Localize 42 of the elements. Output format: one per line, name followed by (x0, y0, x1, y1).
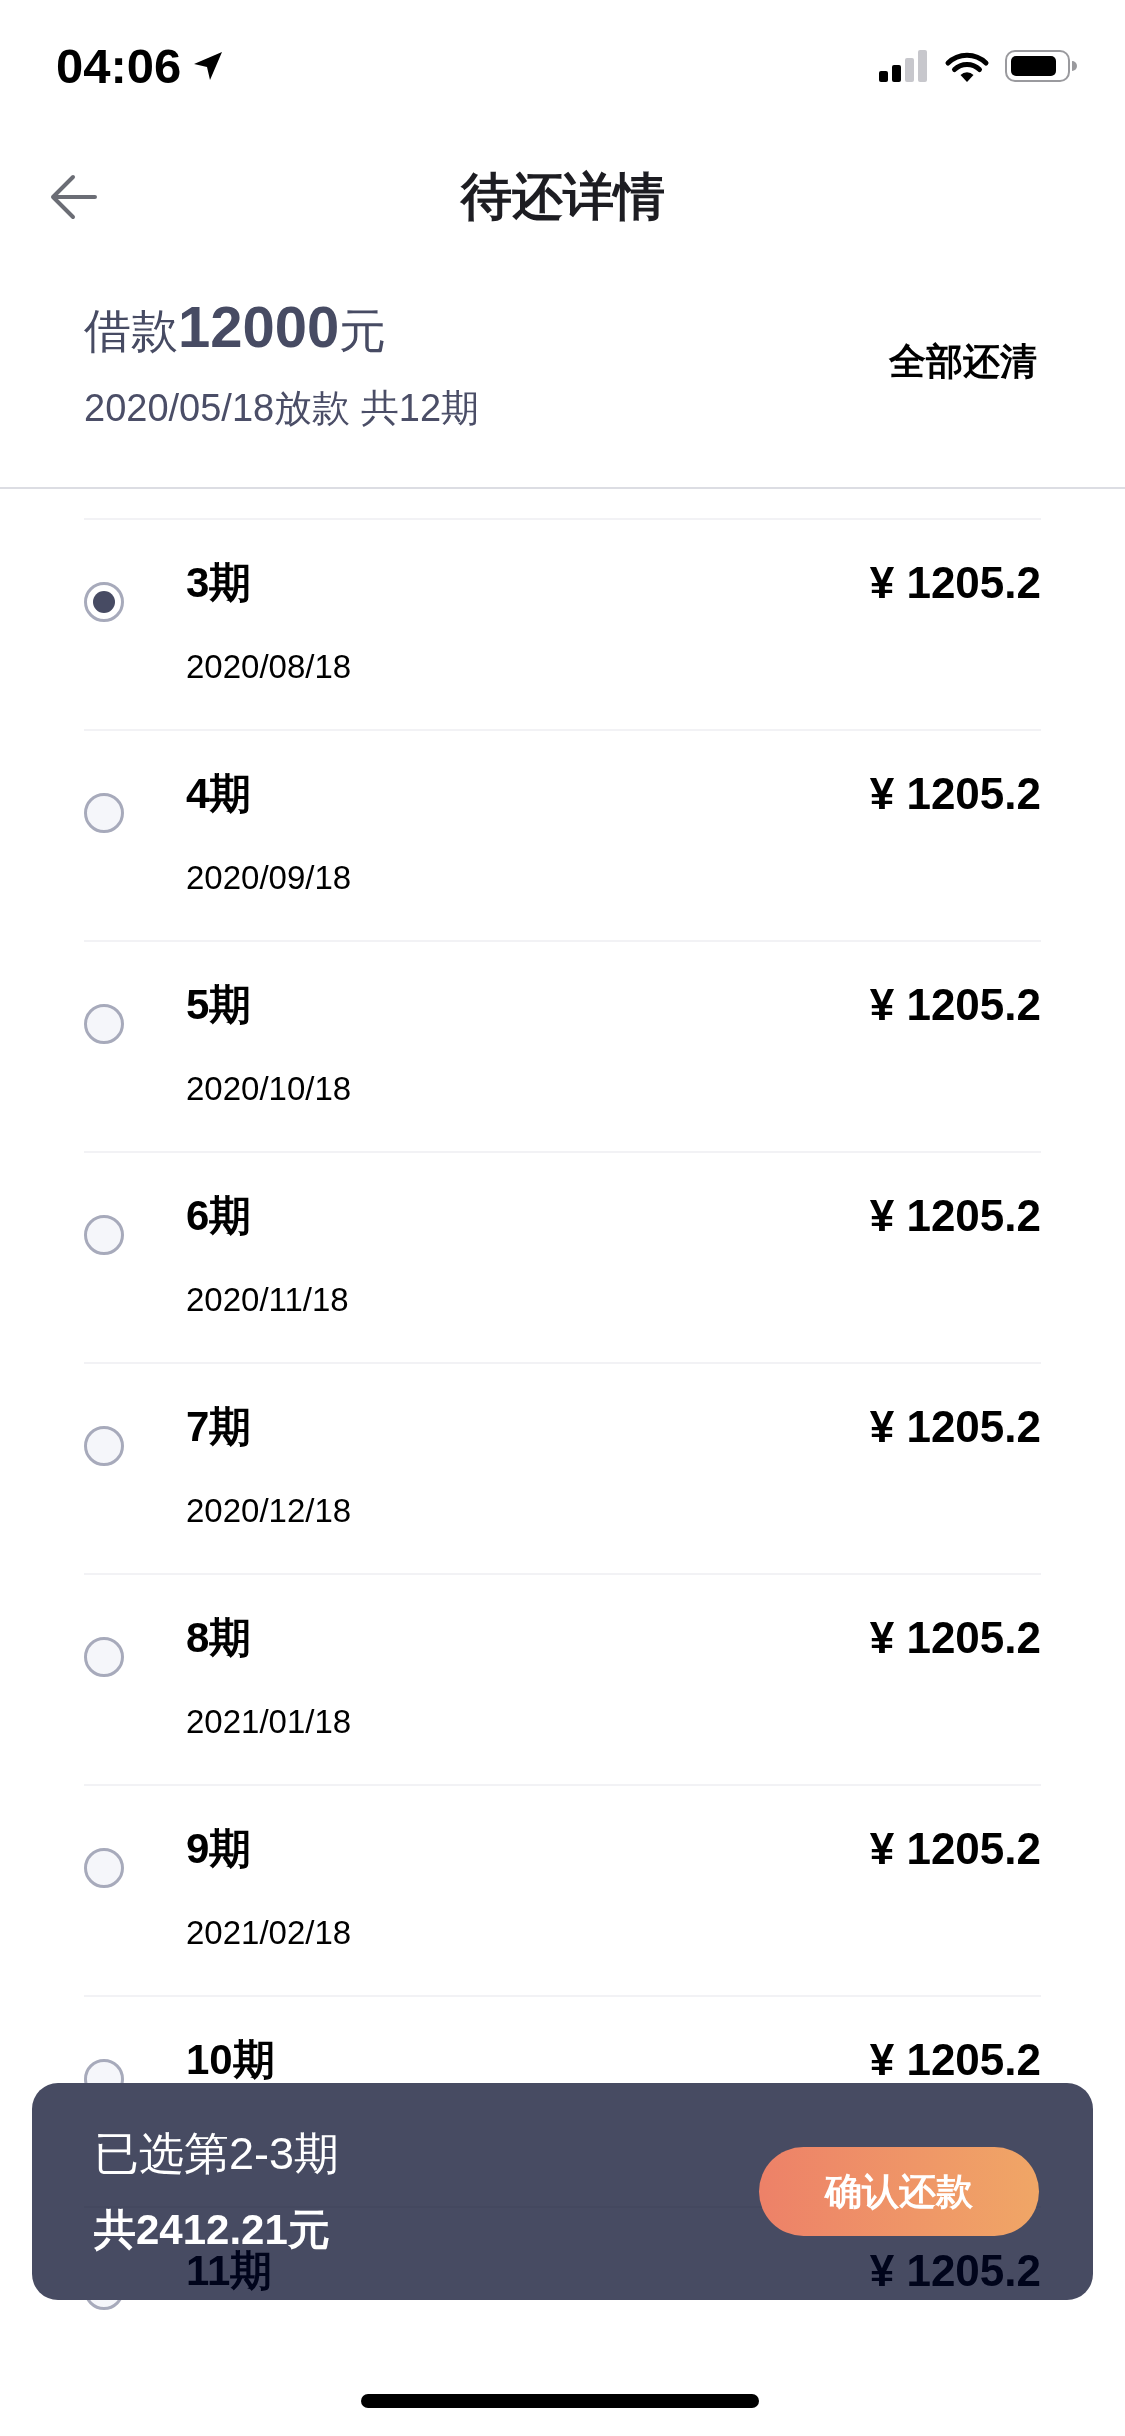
loan-amount: 借款12000元 (84, 293, 388, 361)
installment-label: 7期 (186, 1402, 252, 1452)
radio-button[interactable] (84, 1215, 124, 1255)
selection-summary: 已选第2-3期 (94, 2126, 340, 2181)
page-title: 待还详情 (460, 167, 665, 227)
installment-amount: ¥ 1205.2 (869, 557, 1041, 609)
due-date: 2020/09/18 (186, 858, 353, 898)
due-date: 2021/02/18 (186, 1913, 353, 1953)
installment-label: 6期 (186, 1191, 252, 1241)
due-date: 2020/08/18 (186, 647, 353, 687)
installment-amount: ¥ 1205.2 (869, 1401, 1041, 1453)
status-time: 04:06 (56, 41, 182, 91)
radio-button[interactable] (84, 1848, 124, 1888)
installment-label: 10期 (186, 2035, 275, 2085)
installment-label: 5期 (186, 980, 252, 1030)
installment-label: 8期 (186, 1613, 252, 1663)
installment-label: 9期 (186, 1824, 252, 1874)
due-date: 2020/11/18 (186, 1280, 350, 1320)
signal-icon (879, 50, 929, 82)
pay-off-all-button[interactable]: 全部还清 (889, 337, 1037, 387)
radio-button[interactable] (84, 1004, 124, 1044)
installment-amount: ¥ 1205.2 (869, 1190, 1041, 1242)
installment-label: 3期 (186, 558, 252, 608)
radio-button[interactable] (84, 582, 124, 622)
battery-icon (1005, 50, 1077, 82)
installment-amount: ¥ 1205.2 (869, 1612, 1041, 1664)
loan-info: 2020/05/18放款 共12期 (84, 386, 479, 431)
back-icon[interactable] (48, 172, 98, 222)
due-date: 2021/01/18 (186, 1702, 353, 1742)
radio-button[interactable] (84, 2059, 124, 2083)
due-date: 2020/10/18 (186, 1069, 353, 1109)
installment-amount: ¥ 1205.2 (869, 2034, 1041, 2086)
radio-button[interactable] (84, 1426, 124, 1466)
installment-amount: ¥ 1205.2 (869, 2245, 1041, 2297)
installment-amount: ¥ 1205.2 (869, 768, 1041, 820)
installment-amount: ¥ 1205.2 (869, 979, 1041, 1031)
installment-amount: ¥ 1205.2 (869, 1823, 1041, 1875)
radio-button[interactable] (84, 793, 124, 833)
installment-label: 4期 (186, 769, 252, 819)
radio-button[interactable] (84, 1637, 124, 1677)
due-date: 2020/12/18 (186, 1491, 353, 1531)
location-arrow-icon (193, 51, 224, 81)
